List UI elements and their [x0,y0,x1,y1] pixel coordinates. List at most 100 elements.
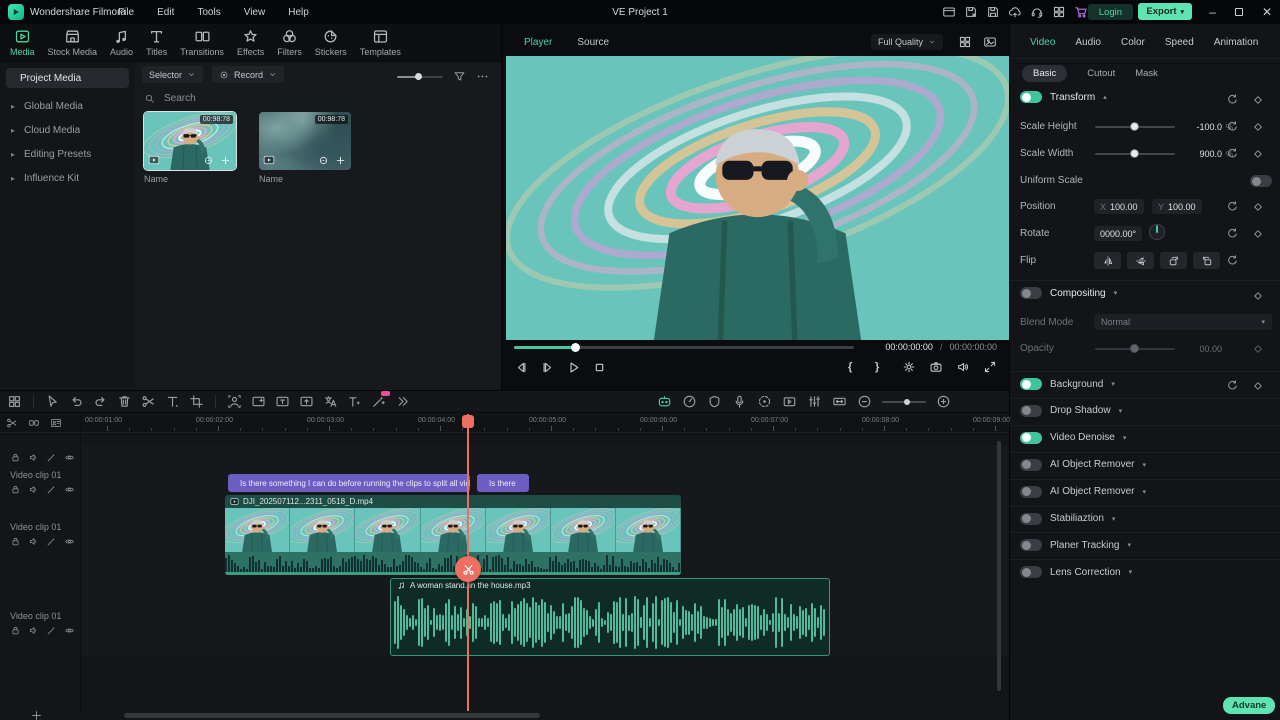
rotate-cw-button[interactable] [1193,252,1220,269]
image-view-icon[interactable] [983,35,997,49]
selector-dropdown[interactable]: Selector [142,66,203,83]
rotate-ccw-button[interactable] [1160,252,1187,269]
funnel-icon[interactable] [453,70,466,83]
video-clip[interactable]: DJI_202507112...2311_0518_D.mp4 [225,495,681,575]
reset-icon[interactable] [1226,379,1239,392]
chevron-down-icon[interactable]: ▾ [1119,407,1123,415]
reset-icon[interactable] [1226,200,1239,213]
blend-mode-dropdown[interactable]: Normal ▾ [1094,314,1272,330]
cloud-upload-icon[interactable] [1008,5,1022,19]
gear-icon[interactable] [902,360,916,374]
video-denoise-toggle[interactable] [1020,432,1042,444]
maximize-button[interactable] [1235,8,1243,16]
scale-width-slider[interactable] [1095,153,1175,155]
reset-icon[interactable] [1226,227,1239,240]
sidebar-item-project-media[interactable]: Project Media [6,68,129,88]
quality-dropdown[interactable]: Full Quality [871,34,943,50]
playhead-handle[interactable] [462,415,474,428]
opacity-slider[interactable] [1095,348,1175,350]
mute-icon[interactable] [28,484,39,495]
keyframe-icon[interactable] [1252,148,1264,160]
subtab-basic[interactable]: Basic [1022,65,1067,82]
lock-icon[interactable] [10,452,21,463]
stabiliaztion-toggle[interactable] [1020,513,1042,525]
media-thumbnail[interactable]: 00:98:78 [259,112,351,170]
menu-edit[interactable]: Edit [157,7,174,18]
play-icon[interactable] [566,360,581,375]
keyframe-icon[interactable] [1252,343,1264,355]
save-icon[interactable] [986,5,1000,19]
tab-templates[interactable]: Templates [360,28,401,57]
record-dropdown[interactable]: Record [212,66,284,83]
split-button[interactable] [455,556,481,582]
ai-object-remover-toggle[interactable] [1020,459,1042,471]
meta-icon[interactable] [203,155,214,166]
tab-audio[interactable]: Audio [110,28,133,57]
save-as-icon[interactable] [964,5,978,19]
mute-icon[interactable] [28,625,39,636]
advance-button[interactable]: Advane [1223,697,1275,714]
lock-icon[interactable] [10,625,21,636]
horizontal-scrollbar[interactable] [124,713,540,718]
sidebar-item-cloud-media[interactable]: ▸Cloud Media [0,118,135,142]
reset-icon[interactable] [1226,93,1239,106]
minimize-button[interactable]: – [1209,7,1216,17]
prev-frame-icon[interactable] [514,360,529,375]
brace-r-icon[interactable]: } [875,360,889,374]
tab-titles[interactable]: Titles [146,28,167,57]
add-to-timeline-icon[interactable] [220,155,231,166]
chevron-down-icon[interactable]: ▾ [1112,515,1116,523]
effects-wand-icon[interactable] [46,536,57,547]
compositing-toggle[interactable] [1020,287,1042,299]
chevron-down-icon[interactable]: ▾ [1123,434,1127,442]
close-button[interactable]: ✕ [1262,5,1272,19]
reset-icon[interactable] [1226,147,1239,160]
media-item[interactable]: 00:98:78Name [259,112,351,184]
subtab-mask[interactable]: Mask [1135,65,1158,82]
add-track-button[interactable] [30,709,43,720]
login-button[interactable]: Login [1088,4,1133,20]
collapse-icon[interactable]: ▴ [1103,93,1107,101]
lock-icon[interactable] [10,484,21,495]
menu-file[interactable]: File [118,7,134,18]
reset-icon[interactable] [1226,120,1239,133]
meta-icon[interactable] [318,155,329,166]
flip-v-button[interactable] [1127,252,1154,269]
tab-media[interactable]: Media [10,28,35,57]
eye-icon[interactable] [64,536,75,547]
menu-tools[interactable]: Tools [197,7,220,18]
position-x-field[interactable]: X 100.00 [1094,199,1144,214]
menu-help[interactable]: Help [288,7,309,18]
tab-video[interactable]: Video [1030,37,1055,48]
cart-icon[interactable] [1074,5,1088,19]
add-to-timeline-icon[interactable] [335,155,346,166]
rotate-dial[interactable] [1148,223,1166,241]
fullscreen-icon[interactable] [983,360,997,374]
playback-progress-bar[interactable] [514,346,854,349]
thumbnail-size-slider[interactable] [397,76,443,78]
media-item[interactable]: 00:98:78Name [144,112,236,184]
keyframe-icon[interactable] [1252,201,1264,213]
sidebar-item-influence-kit[interactable]: ▸Influence Kit [0,166,135,190]
volume-icon[interactable] [956,360,970,374]
chevron-down-icon[interactable]: ▾ [1142,461,1146,469]
export-button[interactable]: Export▾ [1138,3,1192,20]
lens-correction-toggle[interactable] [1020,566,1042,578]
more-icon[interactable] [476,70,489,83]
effects-wand-icon[interactable] [46,452,57,463]
search-input[interactable] [162,92,382,105]
drop-shadow-toggle[interactable] [1020,405,1042,417]
tab-animation[interactable]: Animation [1214,37,1258,48]
keyframe-icon[interactable] [1252,228,1264,240]
stop-icon[interactable] [592,360,607,375]
scale-height-value[interactable]: -100.0 [1176,122,1222,132]
planer-tracking-toggle[interactable] [1020,539,1042,551]
tab-speed[interactable]: Speed [1165,37,1194,48]
step-forward-icon[interactable] [540,360,555,375]
flip-h-button[interactable] [1094,252,1121,269]
scale-height-slider[interactable] [1095,126,1175,128]
tab-stock-media[interactable]: Stock Media [48,28,98,57]
rotate-field[interactable]: 0000.00° [1094,226,1142,241]
audio-clip[interactable]: A woman stand..in the house.mp3 [390,578,830,656]
chevron-down-icon[interactable]: ▾ [1127,541,1131,549]
